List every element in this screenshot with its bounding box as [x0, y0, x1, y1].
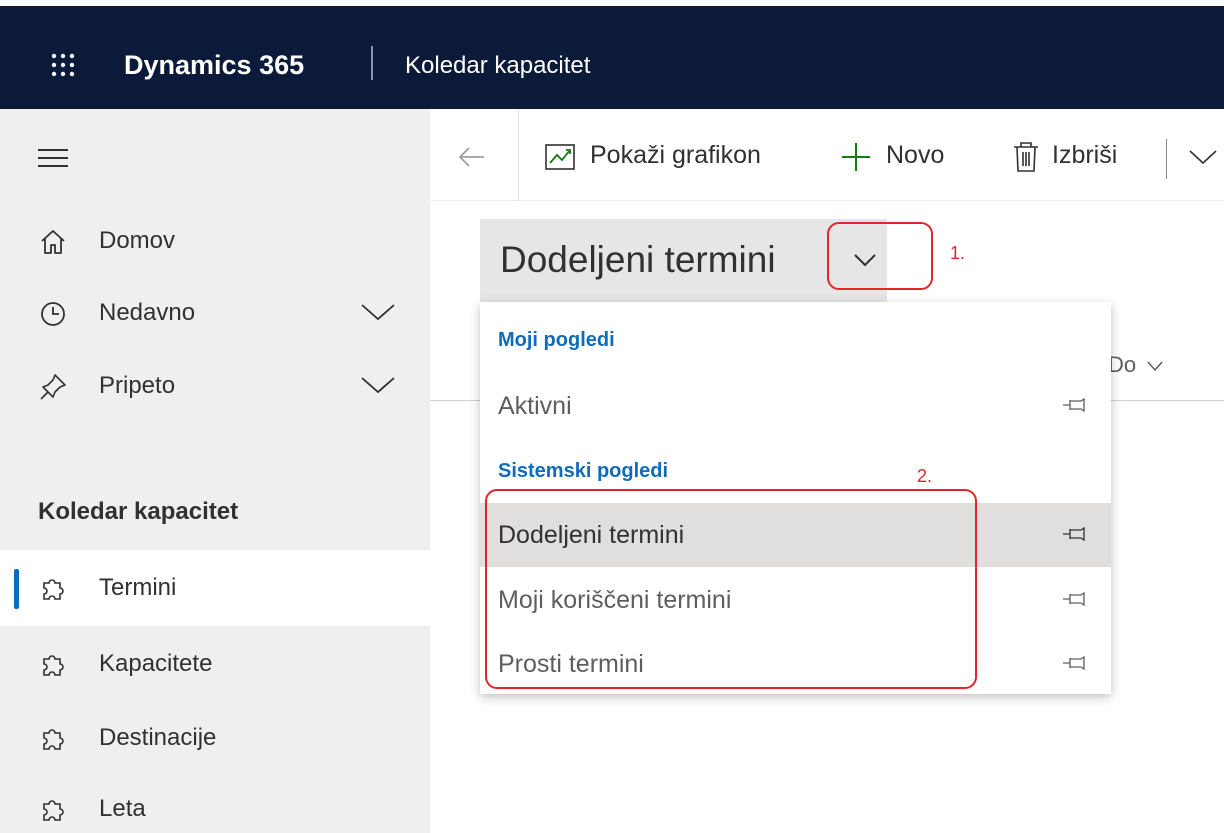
pin-icon[interactable] [1062, 590, 1086, 608]
pin-icon[interactable] [1062, 654, 1086, 672]
sidebar-item-label: Pripeto [99, 372, 176, 399]
selected-indicator [14, 569, 19, 609]
pin-icon[interactable] [1062, 396, 1086, 414]
sidebar-item-label: Nedavno [99, 299, 196, 326]
group-title-my-views: Moji pogledi [498, 329, 615, 351]
delete-button[interactable]: Izbriši [1008, 139, 1148, 175]
back-arrow-icon[interactable] [454, 139, 490, 175]
sidebar-item-leta[interactable]: Leta [0, 775, 430, 833]
sidebar-item-pripeto[interactable]: Pripeto [0, 352, 430, 422]
new-label: Novo [886, 141, 945, 169]
waffle-icon[interactable] [50, 52, 76, 78]
home-icon [41, 230, 65, 254]
show-chart-button[interactable]: Pokaži grafikon [542, 139, 802, 175]
app-name[interactable]: Dynamics 365 [124, 50, 304, 81]
sidebar-item-domov[interactable]: Domov [0, 207, 430, 277]
sidebar-item-label: Termini [99, 574, 177, 601]
chevron-down-icon[interactable] [1188, 147, 1218, 167]
column-header-do[interactable]: Do [1108, 352, 1164, 378]
pin-icon [40, 374, 66, 400]
delete-label: Izbriši [1052, 141, 1118, 169]
new-button[interactable]: Novo [838, 139, 968, 175]
puzzle-icon [43, 655, 64, 676]
view-selector[interactable]: Dodeljeni termini [480, 219, 887, 302]
top-navigation-bar: Dynamics 365 Koledar kapacitet [0, 6, 1224, 109]
sidebar-section-title: Koledar kapacitet [38, 498, 239, 525]
column-header-label: Do [1108, 352, 1137, 377]
chart-icon [545, 144, 575, 170]
header-divider [371, 46, 373, 80]
chevron-down-icon [1147, 361, 1163, 372]
show-chart-label: Pokaži grafikon [590, 141, 761, 169]
puzzle-icon [43, 800, 64, 821]
sidebar-item-kapacitete[interactable]: Kapacitete [0, 630, 430, 700]
sidebar: Domov Nedavno Pripeto Koledar kapacitet … [0, 109, 430, 833]
annotation-box-step-1 [827, 222, 933, 290]
hamburger-icon[interactable] [38, 149, 68, 169]
trash-icon [1014, 142, 1038, 172]
view-title: Dodeljeni termini [500, 239, 776, 280]
clock-icon [41, 302, 65, 326]
chevron-down-icon[interactable] [360, 374, 396, 396]
group-title-system-views: Sistemski pogledi [498, 460, 669, 482]
sidebar-item-label: Domov [99, 227, 176, 254]
pin-icon[interactable] [1062, 525, 1086, 543]
command-bar: Pokaži grafikon Novo Izbriši [430, 109, 1224, 201]
puzzle-icon [43, 579, 64, 600]
puzzle-icon [43, 729, 64, 750]
sidebar-item-label: Destinacije [99, 724, 217, 751]
view-option-aktivni[interactable]: Aktivni [480, 374, 1111, 438]
sidebar-item-label: Leta [99, 795, 146, 822]
command-separator [518, 109, 519, 201]
sidebar-item-nedavno[interactable]: Nedavno [0, 279, 430, 349]
chevron-down-icon[interactable] [360, 301, 396, 323]
annotation-label-step-1: 1. [950, 243, 966, 263]
annotation-label-step-2: 2. [917, 466, 933, 486]
annotation-box-step-2 [485, 489, 977, 689]
command-separator [1166, 139, 1167, 179]
sidebar-item-termini[interactable]: Termini [0, 550, 430, 626]
sidebar-item-label: Kapacitete [99, 650, 213, 677]
area-name[interactable]: Koledar kapacitet [405, 52, 590, 80]
view-option-label: Aktivni [498, 392, 572, 420]
plus-icon [842, 143, 870, 171]
sidebar-item-destinacije[interactable]: Destinacije [0, 704, 430, 774]
